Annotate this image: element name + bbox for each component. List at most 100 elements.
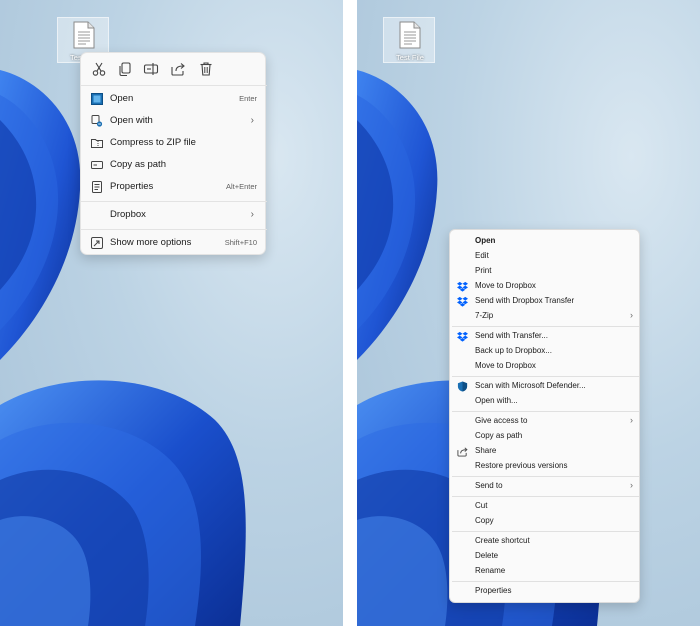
menu-item-label: Open with... bbox=[475, 396, 518, 405]
menu-separator bbox=[452, 326, 639, 327]
text-file-icon bbox=[399, 21, 421, 49]
desktop-file-item[interactable]: Test File bbox=[383, 17, 435, 63]
menu-item-move-to-dropbox[interactable]: Move to Dropbox bbox=[452, 279, 639, 294]
menu-item-back-up-to-dropbox[interactable]: Back up to Dropbox... bbox=[452, 344, 639, 359]
menu-item-label: 7-Zip bbox=[475, 311, 494, 320]
menu-item-properties[interactable]: Properties Alt+Enter bbox=[85, 177, 263, 197]
menu-separator bbox=[452, 376, 639, 377]
left-screenshot: Test File bbox=[0, 0, 343, 626]
menu-item-label: Create shortcut bbox=[475, 536, 530, 545]
menu-item-open[interactable]: Open Enter bbox=[85, 89, 263, 109]
chevron-right-icon: › bbox=[630, 310, 633, 320]
chevron-right-icon: › bbox=[250, 115, 254, 126]
share-icon[interactable] bbox=[170, 61, 186, 77]
copy-icon[interactable] bbox=[117, 61, 133, 77]
classic-context-menu: Open Edit Print Move to Dropbox Send wit… bbox=[449, 229, 640, 603]
menu-item-label: Dropbox bbox=[110, 209, 146, 220]
menu-item-label: Open with bbox=[110, 115, 153, 126]
menu-separator bbox=[452, 411, 639, 412]
menu-item-properties[interactable]: Properties bbox=[452, 584, 639, 599]
menu-item-label: Send to bbox=[475, 481, 503, 490]
properties-icon bbox=[92, 181, 102, 193]
menu-item-label: Compress to ZIP file bbox=[110, 137, 196, 148]
menu-item-label: Copy bbox=[475, 516, 494, 525]
menu-item-open[interactable]: Open bbox=[452, 234, 639, 249]
menu-item-send-with-transfer[interactable]: Send with Transfer... bbox=[452, 329, 639, 344]
menu-item-print[interactable]: Print bbox=[452, 264, 639, 279]
chevron-right-icon: › bbox=[630, 480, 633, 490]
menu-item-label: Share bbox=[475, 446, 497, 455]
menu-item-label: Open bbox=[110, 93, 134, 104]
menu-item-copy[interactable]: Copy bbox=[452, 514, 639, 529]
rename-icon[interactable] bbox=[143, 61, 159, 77]
menu-item-label: Send with Transfer... bbox=[475, 331, 548, 340]
menu-item-edit[interactable]: Edit bbox=[452, 249, 639, 264]
chevron-right-icon: › bbox=[630, 415, 633, 425]
menu-item-open-with[interactable]: Open with... bbox=[452, 394, 639, 409]
defender-shield-icon bbox=[457, 381, 468, 392]
menu-item-compress-zip[interactable]: Compress to ZIP file bbox=[85, 133, 263, 153]
menu-item-label: Cut bbox=[475, 501, 488, 510]
menu-item-label: Show more options bbox=[110, 237, 192, 248]
menu-separator bbox=[81, 229, 267, 230]
dropbox-icon bbox=[457, 296, 468, 307]
menu-item-shortcut: Alt+Enter bbox=[225, 182, 257, 191]
menu-item-delete[interactable]: Delete bbox=[452, 549, 639, 564]
menu-separator bbox=[452, 581, 639, 582]
menu-item-copy-as-path[interactable]: Copy as path bbox=[452, 429, 639, 444]
quick-actions-bar bbox=[81, 53, 267, 85]
menu-item-send-to[interactable]: Send to › bbox=[452, 479, 639, 494]
menu-item-create-shortcut[interactable]: Create shortcut bbox=[452, 534, 639, 549]
menu-item-show-more-options[interactable]: Show more options Shift+F10 bbox=[85, 233, 263, 253]
menu-separator bbox=[452, 496, 639, 497]
menu-item-label: Scan with Microsoft Defender... bbox=[475, 381, 586, 390]
open-icon bbox=[91, 93, 103, 105]
menu-item-label: Back up to Dropbox... bbox=[475, 346, 552, 355]
dropbox-icon bbox=[457, 331, 468, 342]
open-with-icon bbox=[91, 115, 103, 127]
menu-separator bbox=[81, 201, 267, 202]
desktop-file-label: Test File bbox=[396, 53, 424, 62]
menu-item-restore-previous-versions[interactable]: Restore previous versions bbox=[452, 459, 639, 474]
menu-item-label: Edit bbox=[475, 251, 489, 260]
menu-item-shortcut: Enter bbox=[239, 94, 257, 103]
menu-item-label: Properties bbox=[475, 586, 512, 595]
menu-separator bbox=[452, 476, 639, 477]
menu-item-label: Rename bbox=[475, 566, 506, 575]
menu-item-share[interactable]: Share bbox=[452, 444, 639, 459]
menu-item-rename[interactable]: Rename bbox=[452, 564, 639, 579]
menu-item-label: Copy as path bbox=[475, 431, 523, 440]
menu-item-label: Print bbox=[475, 266, 492, 275]
text-file-icon bbox=[73, 21, 95, 49]
menu-item-give-access-to[interactable]: Give access to › bbox=[452, 414, 639, 429]
copy-path-icon bbox=[91, 161, 103, 169]
menu-item-move-to-dropbox-2[interactable]: Move to Dropbox bbox=[452, 359, 639, 374]
dropbox-icon bbox=[457, 281, 468, 292]
menu-item-label: Properties bbox=[110, 181, 154, 192]
zip-folder-icon bbox=[91, 139, 103, 148]
menu-item-label: Delete bbox=[475, 551, 499, 560]
trash-icon[interactable] bbox=[198, 61, 214, 77]
windows11-context-menu: Open Enter Open with › Compress to ZIP f… bbox=[80, 52, 267, 255]
chevron-right-icon: › bbox=[250, 209, 254, 220]
menu-item-7-zip[interactable]: 7-Zip › bbox=[452, 309, 639, 324]
menu-separator bbox=[452, 531, 639, 532]
show-more-icon bbox=[91, 237, 103, 249]
right-screenshot: Test File Open Edit Print Move to Dropbo… bbox=[357, 0, 700, 626]
menu-item-label: Send with Dropbox Transfer bbox=[475, 296, 575, 305]
menu-item-label: Restore previous versions bbox=[475, 461, 568, 470]
menu-item-dropbox[interactable]: Dropbox › bbox=[85, 205, 263, 225]
menu-item-label: Move to Dropbox bbox=[475, 361, 536, 370]
menu-item-label: Move to Dropbox bbox=[475, 281, 536, 290]
menu-item-open-with[interactable]: Open with › bbox=[85, 111, 263, 131]
menu-item-scan-with-defender[interactable]: Scan with Microsoft Defender... bbox=[452, 379, 639, 394]
share-icon bbox=[457, 447, 468, 457]
menu-item-send-with-dropbox-transfer[interactable]: Send with Dropbox Transfer bbox=[452, 294, 639, 309]
menu-item-copy-as-path[interactable]: Copy as path bbox=[85, 155, 263, 175]
menu-item-shortcut: Shift+F10 bbox=[224, 238, 257, 247]
menu-item-label: Open bbox=[475, 236, 496, 245]
scissors-icon[interactable] bbox=[91, 61, 107, 77]
menu-item-label: Copy as path bbox=[110, 159, 166, 170]
menu-item-cut[interactable]: Cut bbox=[452, 499, 639, 514]
menu-separator bbox=[81, 85, 267, 86]
